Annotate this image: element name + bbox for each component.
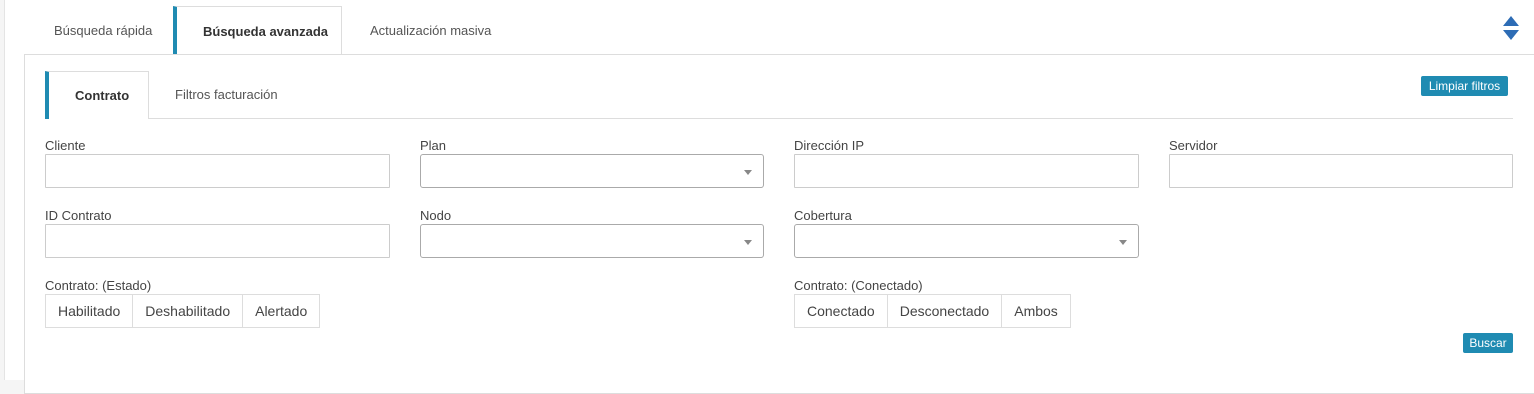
tab-busqueda-avanzada[interactable]: Búsqueda avanzada	[173, 6, 342, 55]
sub-tab-divider	[149, 118, 1513, 119]
id-contrato-label: ID Contrato	[45, 208, 112, 223]
chevron-down-icon	[1119, 240, 1127, 245]
tab-busqueda-rapida[interactable]: Búsqueda rápida	[28, 6, 176, 55]
conectado-button[interactable]: Conectado	[794, 294, 888, 328]
plan-select[interactable]	[420, 154, 764, 188]
conectado-button-group: Conectado Desconectado Ambos	[794, 294, 1071, 328]
estado-deshabilitado-button[interactable]: Deshabilitado	[132, 294, 244, 328]
chevron-down-icon	[744, 170, 752, 175]
cobertura-label: Cobertura	[794, 208, 852, 223]
servidor-label: Servidor	[1169, 138, 1218, 153]
plan-label: Plan	[420, 138, 447, 153]
cliente-label: Cliente	[45, 138, 86, 153]
nodo-label: Nodo	[420, 208, 452, 223]
page: Búsqueda rápida Búsqueda avanzada Actual…	[4, 0, 1534, 394]
cobertura-select[interactable]	[794, 224, 1139, 258]
cliente-input[interactable]	[45, 154, 390, 188]
tab-filtros-facturacion[interactable]: Filtros facturación	[175, 71, 315, 119]
servidor-input[interactable]	[1169, 154, 1513, 188]
chevron-down-icon	[744, 240, 752, 245]
clear-filters-button[interactable]: Limpiar filtros	[1421, 76, 1508, 96]
estado-button-group: Habilitado Deshabilitado Alertado	[45, 294, 321, 328]
estado-alertado-button[interactable]: Alertado	[242, 294, 321, 328]
estado-habilitado-button[interactable]: Habilitado	[45, 294, 134, 328]
conectado-label: Contrato: (Conectado)	[794, 278, 923, 293]
desconectado-button[interactable]: Desconectado	[886, 294, 1003, 328]
sort-updown-icon[interactable]	[1502, 15, 1520, 41]
direccion-ip-label: Dirección IP	[794, 138, 865, 153]
estado-label: Contrato: (Estado)	[45, 278, 152, 293]
nodo-select[interactable]	[420, 224, 764, 258]
direccion-ip-input[interactable]	[794, 154, 1139, 188]
search-button[interactable]: Buscar	[1463, 333, 1513, 353]
tab-contrato[interactable]: Contrato	[45, 71, 149, 119]
ambos-button[interactable]: Ambos	[1001, 294, 1071, 328]
id-contrato-input[interactable]	[45, 224, 390, 258]
tab-actualizacion-masiva[interactable]: Actualización masiva	[344, 6, 514, 55]
advanced-search-panel: Contrato Filtros facturación Limpiar fil…	[24, 54, 1534, 394]
